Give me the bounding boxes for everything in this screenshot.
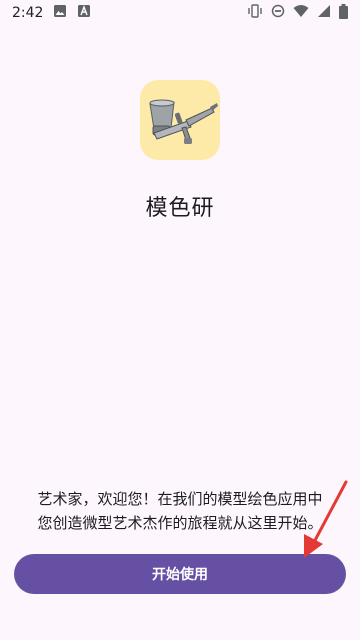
status-left: 2:42 <box>12 4 91 22</box>
image-icon <box>53 4 67 22</box>
welcome-line-2: 您创造微型艺术杰作的旅程就从这里开始。 <box>37 514 323 532</box>
vibrate-icon <box>247 4 263 22</box>
wifi-icon <box>293 4 309 22</box>
airbrush-icon <box>140 80 220 160</box>
status-bar: 2:42 <box>0 0 360 26</box>
battery-icon <box>339 3 348 23</box>
font-a-icon <box>77 4 91 22</box>
status-time: 2:42 <box>12 5 44 21</box>
start-button[interactable]: 开始使用 <box>14 554 346 594</box>
signal-icon <box>317 4 331 22</box>
welcome-message: 艺术家，欢迎您！在我们的模型绘色应用中 您创造微型艺术杰作的旅程就从这里开始。 <box>0 487 360 535</box>
app-name: 模色研 <box>145 196 215 221</box>
status-right <box>247 3 348 23</box>
welcome-line-1: 艺术家，欢迎您！在我们的模型绘色应用中 <box>37 490 323 508</box>
dnd-icon <box>271 4 285 22</box>
